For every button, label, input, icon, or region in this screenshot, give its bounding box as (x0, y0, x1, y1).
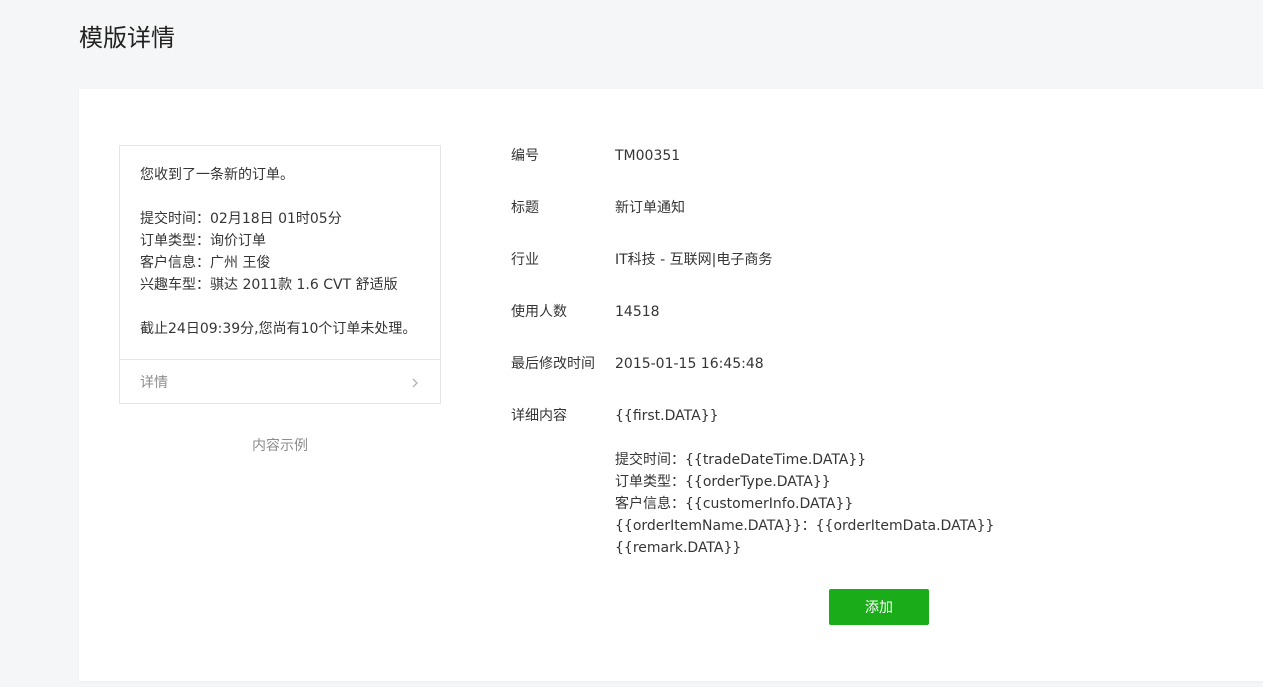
info-label-modified: 最后修改时间 (511, 356, 595, 372)
page-title: 模版详情 (79, 24, 175, 52)
preview-line-customer-info: 客户信息：广州 王俊 (140, 255, 271, 271)
info-label-content: 详细内容 (511, 408, 567, 424)
preview-detail-label: 详情 (140, 374, 168, 391)
info-value-id: TM00351 (615, 148, 681, 164)
chevron-right-icon (410, 375, 420, 389)
info-value-content: {{first.DATA}} 提交时间：{{tradeDateTime.DATA… (615, 405, 994, 559)
preview-line-submit-time: 提交时间：02月18日 01时05分 (140, 211, 342, 227)
info-value-industry: IT科技 - 互联网|电子商务 (615, 252, 773, 268)
content-line-order-item: {{orderItemName.DATA}}：{{orderItemData.D… (615, 518, 995, 534)
info-label-id: 编号 (511, 148, 539, 164)
preview-line-remark: 截止24日09:39分,您尚有10个订单未处理。 (140, 321, 417, 337)
preview-detail-link[interactable]: 详情 (120, 359, 440, 403)
info-label-users: 使用人数 (511, 304, 567, 320)
preview-caption: 内容示例 (252, 438, 308, 454)
info-label-title: 标题 (511, 200, 539, 216)
content-line-order-type: 订单类型：{{orderType.DATA}} (615, 474, 831, 490)
content-line-customer-info: 客户信息：{{customerInfo.DATA}} (615, 496, 854, 512)
info-label-industry: 行业 (511, 252, 539, 268)
info-value-modified: 2015-01-15 16:45:48 (615, 356, 764, 372)
content-line-first: {{first.DATA}} (615, 408, 719, 424)
preview-line-intro: 您收到了一条新的订单。 (140, 167, 294, 183)
preview-line-car-model: 兴趣车型：骐达 2011款 1.6 CVT 舒适版 (140, 277, 398, 293)
preview-message-body: 您收到了一条新的订单。 提交时间：02月18日 01时05分 订单类型：询价订单… (120, 146, 440, 340)
content-line-remark: {{remark.DATA}} (615, 540, 742, 556)
preview-line-order-type: 订单类型：询价订单 (140, 233, 266, 249)
info-value-title: 新订单通知 (615, 200, 685, 216)
template-detail-panel: 您收到了一条新的订单。 提交时间：02月18日 01时05分 订单类型：询价订单… (79, 89, 1263, 681)
info-value-users: 14518 (615, 304, 660, 320)
add-button[interactable]: 添加 (829, 589, 929, 625)
content-line-trade-time: 提交时间：{{tradeDateTime.DATA}} (615, 452, 867, 468)
message-preview-card: 您收到了一条新的订单。 提交时间：02月18日 01时05分 订单类型：询价订单… (119, 145, 441, 404)
